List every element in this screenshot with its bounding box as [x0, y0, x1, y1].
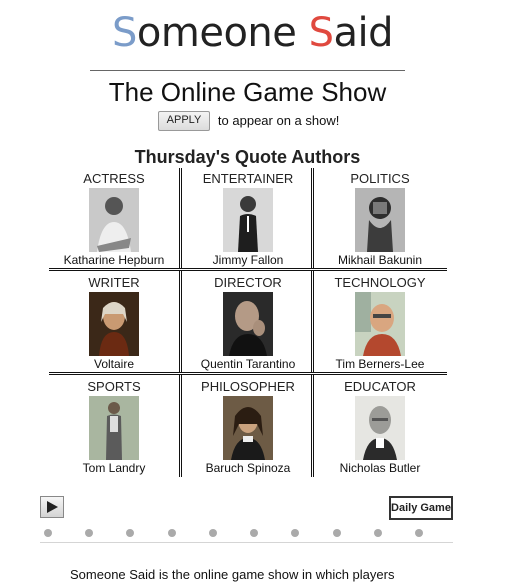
logo-text-someone: omeone — [136, 10, 309, 56]
author-photo[interactable] — [355, 396, 405, 460]
carousel-dot[interactable] — [333, 529, 341, 537]
author-name[interactable]: Tim Berners-Lee — [315, 357, 445, 371]
author-role: ENTERTAINER — [202, 171, 294, 186]
author-role: ACTRESS — [83, 171, 145, 186]
carousel-dot[interactable] — [126, 529, 134, 537]
logo-text-said: aid — [333, 10, 393, 56]
site-logo[interactable]: Someone Said — [0, 10, 505, 56]
grid-divider-horizontal — [49, 268, 447, 271]
page-subtitle: The Online Game Show — [108, 77, 387, 107]
author-name[interactable]: Mikhail Bakunin — [315, 253, 445, 267]
author-name[interactable]: Tom Landry — [49, 461, 179, 475]
author-name[interactable]: Nicholas Butler — [315, 461, 445, 475]
author-role: EDUCATOR — [344, 379, 416, 394]
author-grid: ACTRESS Katharine Hepburn ENTERTAINER Jimmy… — [49, 168, 447, 477]
author-photo[interactable] — [223, 188, 273, 252]
carousel-dot[interactable] — [168, 529, 176, 537]
author-role: SPORTS — [87, 379, 141, 394]
carousel-dot[interactable] — [374, 529, 382, 537]
carousel-dot[interactable] — [250, 529, 258, 537]
carousel-dot[interactable] — [44, 529, 52, 537]
play-button[interactable] — [40, 496, 64, 518]
header-divider — [90, 70, 405, 71]
grid-divider-horizontal — [49, 372, 447, 375]
carousel-dot[interactable] — [415, 529, 423, 537]
author-photo[interactable] — [223, 292, 273, 356]
author-card[interactable]: TECHNOLOGY Tim Berners-Lee — [315, 272, 445, 372]
apply-row: APPLY to appear on a show! — [0, 111, 497, 131]
author-name[interactable]: Jimmy Fallon — [183, 253, 313, 267]
grid-divider-vertical — [179, 168, 182, 477]
author-name[interactable]: Baruch Spinoza — [183, 461, 313, 475]
author-role: DIRECTOR — [214, 275, 282, 290]
author-photo[interactable] — [355, 292, 405, 356]
carousel-dot[interactable] — [85, 529, 93, 537]
daily-game-button[interactable]: Daily Game — [389, 496, 453, 520]
author-photo[interactable] — [355, 188, 405, 252]
author-card[interactable]: POLITICS Mikhail Bakunin — [315, 168, 445, 268]
carousel-dots — [44, 529, 424, 539]
author-photo[interactable] — [89, 292, 139, 356]
grid-divider-vertical — [311, 168, 314, 477]
author-photo[interactable] — [89, 396, 139, 460]
dots-divider — [40, 542, 453, 543]
author-name[interactable]: Katharine Hepburn — [49, 253, 179, 267]
apply-button[interactable]: APPLY — [157, 111, 211, 131]
author-card[interactable]: ACTRESS Katharine Hepburn — [49, 168, 179, 268]
author-name[interactable]: Quentin Tarantino — [183, 357, 313, 371]
author-role: WRITER — [88, 275, 140, 290]
author-card[interactable]: WRITER Voltaire — [49, 272, 179, 372]
author-role: TECHNOLOGY — [334, 275, 426, 290]
logo-letter-s-blue: S — [112, 10, 137, 56]
author-card[interactable]: DIRECTOR Quentin Tarantino — [183, 272, 313, 372]
author-name[interactable]: Voltaire — [49, 357, 179, 371]
author-role: PHILOSOPHER — [201, 379, 295, 394]
grid-title: Thursday's Quote Authors — [134, 147, 361, 167]
logo-letter-s-red: S — [308, 10, 334, 56]
author-card[interactable]: SPORTS Tom Landry — [49, 376, 179, 476]
author-photo[interactable] — [223, 396, 273, 460]
apply-caption: to appear on a show! — [217, 113, 340, 128]
carousel-dot[interactable] — [291, 529, 299, 537]
footer-text: Someone Said is the online game show in … — [70, 567, 395, 582]
author-card[interactable]: ENTERTAINER Jimmy Fallon — [183, 168, 313, 268]
author-role: POLITICS — [350, 171, 410, 186]
author-card[interactable]: EDUCATOR Nicholas Butler — [315, 376, 445, 476]
author-photo[interactable] — [89, 188, 139, 252]
play-icon — [47, 501, 58, 513]
author-card[interactable]: PHILOSOPHER Baruch Spinoza — [183, 376, 313, 476]
carousel-dot[interactable] — [209, 529, 217, 537]
